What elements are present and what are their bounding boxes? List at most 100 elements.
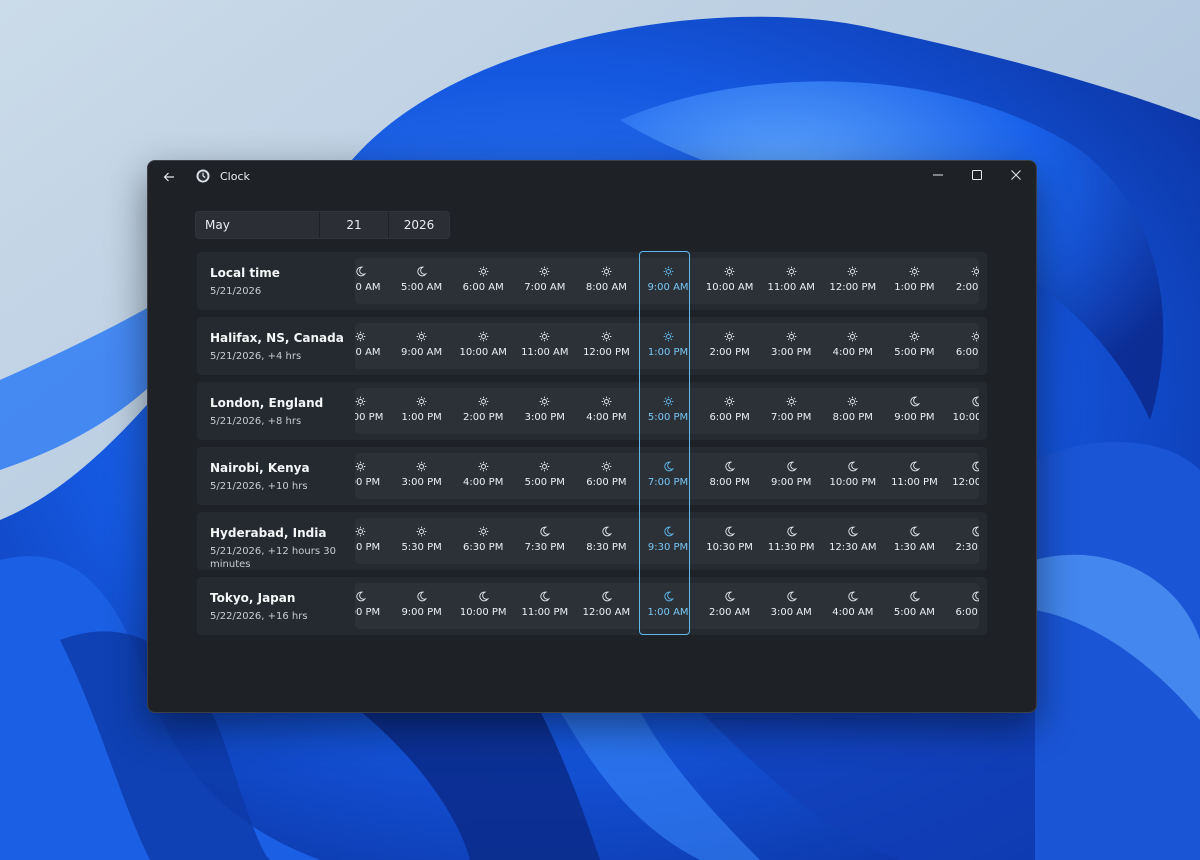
moon-icon — [909, 526, 920, 537]
day-select[interactable]: 21 — [320, 212, 389, 238]
moon-icon — [909, 591, 920, 602]
hour-cell[interactable]: 8:00 PM — [822, 388, 884, 434]
sun-icon — [355, 526, 366, 537]
hour-cell[interactable]: 10:00 PM — [822, 453, 884, 499]
moon-icon — [724, 591, 736, 602]
hour-cell[interactable]: 9:00 PM — [391, 583, 453, 629]
hour-cell[interactable]: 1:00 PM — [391, 388, 453, 434]
minimize-icon — [933, 174, 943, 176]
minimize-button[interactable] — [918, 161, 958, 189]
hour-cell[interactable]: 12:00 PM — [355, 388, 391, 434]
hour-cell[interactable]: 6:00 PM — [575, 453, 637, 499]
hour-cell[interactable]: 4:00 PM — [452, 453, 514, 499]
hour-strip[interactable]: 2:00 PM 3:00 PM 4:00 PM 5:00 PM 6:00 PM 7:00 … — [355, 453, 979, 499]
hour-cell[interactable]: 5:00 PM — [514, 453, 576, 499]
hour-cell[interactable]: 10:00 PM — [452, 583, 514, 629]
hour-label: 11:30 PM — [767, 542, 815, 553]
hour-cell[interactable]: 3:00 PM — [760, 323, 822, 369]
hour-cell[interactable]: 5:00 AM — [883, 583, 945, 629]
hour-cell[interactable]: 9:00 PM — [760, 453, 822, 499]
hour-cell[interactable]: 1:00 AM — [637, 583, 699, 629]
hour-cell[interactable]: 9:30 PM — [637, 518, 699, 564]
hour-cell[interactable]: 4:00 AM — [355, 258, 391, 304]
hour-cell[interactable]: 8:00 AM — [355, 323, 391, 369]
hour-strip[interactable]: 8:00 AM 9:00 AM 10:00 AM 11:00 AM 12:00 PM 1:… — [355, 323, 979, 369]
sun-icon — [601, 396, 612, 407]
hour-strip[interactable]: 8:00 PM 9:00 PM 10:00 PM 11:00 PM 12:00 AM 1:… — [355, 583, 979, 629]
hour-cell[interactable]: 7:30 PM — [514, 518, 576, 564]
close-button[interactable] — [996, 161, 1036, 189]
hour-cell[interactable]: 4:00 PM — [822, 323, 884, 369]
hour-cell[interactable]: 7:00 PM — [760, 388, 822, 434]
hour-cell[interactable]: 12:00 PM — [575, 323, 637, 369]
hour-cell[interactable]: 2:00 PM — [355, 453, 391, 499]
hour-label: 9:00 PM — [771, 477, 812, 488]
month-select[interactable]: May — [196, 212, 320, 238]
hour-cell[interactable]: 5:00 AM — [391, 258, 453, 304]
hour-cell[interactable]: 9:00 PM — [883, 388, 945, 434]
hour-cell[interactable]: 11:00 AM — [514, 323, 576, 369]
hour-cell[interactable]: 5:30 PM — [391, 518, 453, 564]
hour-strip[interactable]: 4:00 AM 5:00 AM 6:00 AM 7:00 AM 8:00 AM 9:00 … — [355, 258, 979, 304]
hour-cell[interactable]: 6:30 PM — [452, 518, 514, 564]
time-zone-row: Tokyo, Japan 5/22/2026, +16 hrs 8:00 PM 9:0… — [197, 577, 987, 635]
hour-cell[interactable]: 1:00 PM — [883, 258, 945, 304]
hour-cell[interactable]: 6:00 AM — [452, 258, 514, 304]
date-offset: 5/21/2026, +10 hrs — [210, 481, 308, 492]
hour-cell[interactable]: 4:30 PM — [355, 518, 391, 564]
sun-icon — [355, 331, 366, 342]
hour-cell[interactable]: 2:30 AM — [945, 518, 979, 564]
hour-cell[interactable]: 12:00 AM — [575, 583, 637, 629]
hour-cell[interactable]: 2:00 AM — [699, 583, 761, 629]
hour-label: 2:00 AM — [709, 607, 751, 618]
hour-cell[interactable]: 7:00 AM — [514, 258, 576, 304]
sun-icon — [539, 461, 550, 472]
hour-cell[interactable]: 11:00 PM — [514, 583, 576, 629]
hour-cell[interactable]: 3:00 PM — [391, 453, 453, 499]
hour-cell[interactable]: 3:00 PM — [514, 388, 576, 434]
year-select[interactable]: 2026 — [389, 212, 449, 238]
hour-cell[interactable]: 8:00 AM — [575, 258, 637, 304]
hour-cell[interactable]: 12:30 AM — [822, 518, 884, 564]
hour-cell[interactable]: 9:00 AM — [637, 258, 699, 304]
hour-cell[interactable]: 2:00 PM — [452, 388, 514, 434]
hour-label: 10:00 AM — [705, 282, 754, 293]
back-button[interactable] — [157, 165, 181, 189]
hour-cell[interactable]: 8:00 PM — [699, 453, 761, 499]
hour-cell[interactable]: 5:00 PM — [637, 388, 699, 434]
hour-label: 9:00 AM — [647, 282, 689, 293]
hour-cell[interactable]: 2:00 PM — [945, 258, 979, 304]
hour-cell[interactable]: 11:00 AM — [760, 258, 822, 304]
hour-cell[interactable]: 1:30 AM — [883, 518, 945, 564]
hour-cell[interactable]: 11:30 PM — [760, 518, 822, 564]
hour-cell[interactable]: 10:00 AM — [699, 258, 761, 304]
hour-cell[interactable]: 5:00 PM — [883, 323, 945, 369]
hour-cell[interactable]: 9:00 AM — [391, 323, 453, 369]
maximize-button[interactable] — [957, 161, 997, 189]
hour-cell[interactable]: 10:00 AM — [452, 323, 514, 369]
sun-icon — [539, 331, 550, 342]
hour-cell[interactable]: 6:00 PM — [699, 388, 761, 434]
hour-cell[interactable]: 6:00 PM — [945, 323, 979, 369]
hour-cell[interactable]: 8:00 PM — [355, 583, 391, 629]
hour-cell[interactable]: 8:30 PM — [575, 518, 637, 564]
hour-cell[interactable]: 12:00 AM — [945, 453, 979, 499]
hour-cell[interactable]: 3:00 AM — [760, 583, 822, 629]
hour-cell[interactable]: 10:00 PM — [945, 388, 979, 434]
hour-cell[interactable]: 4:00 AM — [822, 583, 884, 629]
hour-cell[interactable]: 1:00 PM — [637, 323, 699, 369]
hour-strip[interactable]: 12:00 PM 1:00 PM 2:00 PM 3:00 PM 4:00 PM 5:00… — [355, 388, 979, 434]
hour-cell[interactable]: 12:00 PM — [822, 258, 884, 304]
hour-strip[interactable]: 4:30 PM 5:30 PM 6:30 PM 7:30 PM 8:30 PM 9:30 … — [355, 518, 979, 564]
hour-label: 4:00 AM — [355, 282, 381, 293]
moon-icon — [786, 591, 797, 602]
hour-cell[interactable]: 11:00 PM — [883, 453, 945, 499]
hour-cell[interactable]: 4:00 PM — [575, 388, 637, 434]
hour-cell[interactable]: 6:00 AM — [945, 583, 979, 629]
sun-icon — [786, 331, 797, 342]
hour-label: 12:30 AM — [829, 542, 877, 553]
time-zone-row: Halifax, NS, Canada 5/21/2026, +4 hrs 8:00… — [197, 317, 987, 375]
hour-cell[interactable]: 7:00 PM — [637, 453, 699, 499]
hour-cell[interactable]: 2:00 PM — [699, 323, 761, 369]
hour-cell[interactable]: 10:30 PM — [699, 518, 761, 564]
